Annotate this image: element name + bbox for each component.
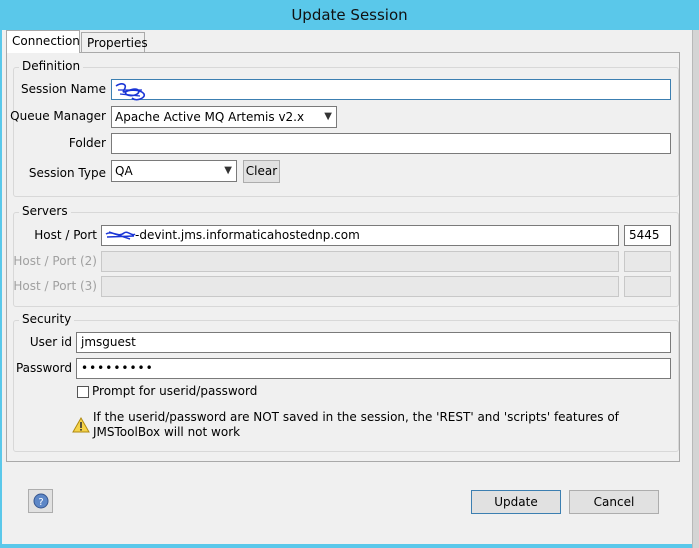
chevron-down-icon: ▼ — [224, 165, 232, 176]
folder-label: Folder — [68, 136, 106, 150]
host-2-input — [101, 251, 619, 272]
redaction-scribble — [115, 83, 146, 101]
security-group-label: Security — [19, 312, 75, 326]
queue-manager-label: Queue Manager — [10, 109, 106, 123]
session-type-select[interactable]: QA ▼ — [111, 160, 237, 182]
host-input[interactable]: -devint.jms.informaticahostednp.com — [101, 225, 619, 246]
window-right-edge — [692, 30, 699, 548]
host-3-input — [101, 276, 619, 297]
tab-properties[interactable]: Properties — [81, 32, 148, 54]
folder-input[interactable] — [111, 133, 671, 154]
warning-text: If the userid/password are NOT saved in … — [93, 410, 619, 439]
host-port-2-label: Host / Port (2) — [13, 254, 97, 268]
port-3-input — [624, 276, 671, 297]
svg-text:?: ? — [38, 497, 43, 508]
password-input[interactable]: ••••••••• — [76, 358, 671, 379]
window-title: Update Session — [291, 6, 408, 24]
prompt-checkbox[interactable] — [77, 386, 89, 398]
userid-label: User id — [29, 335, 72, 349]
session-name-label: Session Name — [20, 82, 106, 96]
clear-button[interactable]: Clear — [243, 160, 280, 183]
host-port-3-label: Host / Port (3) — [13, 279, 97, 293]
prompt-checkbox-label: Prompt for userid/password — [92, 384, 258, 398]
question-mark-icon: ? — [33, 493, 48, 509]
password-label: Password — [15, 361, 72, 375]
definition-group-label: Definition — [19, 59, 84, 73]
port-input[interactable]: 5445 — [624, 225, 671, 246]
cancel-button[interactable]: Cancel — [569, 490, 659, 514]
title-bar: Update Session — [0, 0, 699, 30]
session-name-input[interactable] — [111, 79, 671, 100]
host-port-label: Host / Port — [34, 228, 97, 242]
queue-manager-value: Apache Active MQ Artemis v2.x — [115, 110, 305, 124]
session-type-value: QA — [115, 164, 133, 178]
redaction-scribble — [105, 231, 136, 240]
tab-connection[interactable]: Connection — [6, 30, 80, 53]
userid-input[interactable]: jmsguest — [76, 332, 671, 353]
port-2-input — [624, 251, 671, 272]
help-button[interactable]: ? — [28, 489, 53, 513]
update-button[interactable]: Update — [471, 490, 561, 514]
queue-manager-select[interactable]: Apache Active MQ Artemis v2.x ▼ — [111, 106, 337, 128]
session-type-label: Session Type — [28, 166, 106, 180]
warning-icon — [72, 417, 90, 433]
servers-group-label: Servers — [19, 204, 71, 218]
chevron-down-icon: ▼ — [324, 111, 332, 122]
